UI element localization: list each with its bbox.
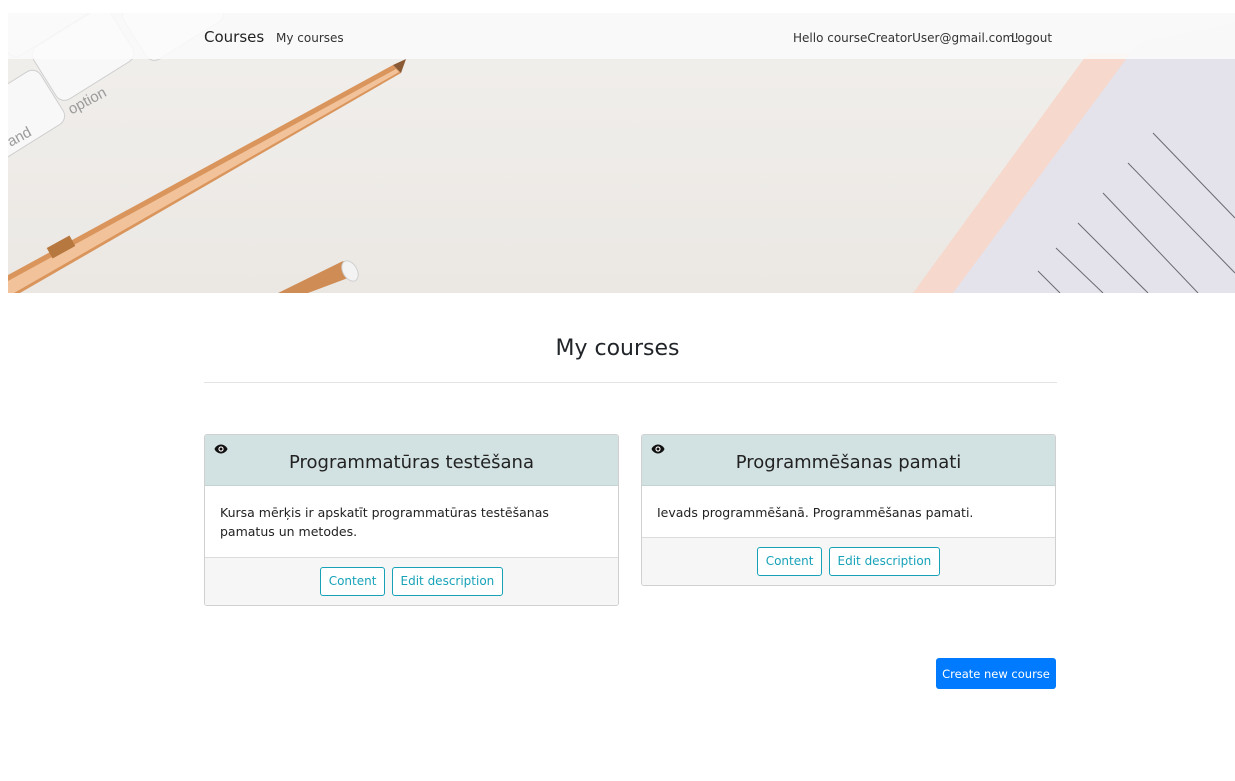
edit-description-button[interactable]: Edit description: [828, 547, 941, 576]
content-button[interactable]: Content: [756, 547, 823, 576]
user-greeting: Hello courseCreatorUser@gmail.com!: [793, 31, 1020, 45]
logout-link[interactable]: Logout: [1011, 31, 1052, 45]
course-card-header: Programmēšanas pamati: [642, 435, 1055, 486]
content-button[interactable]: Content: [319, 567, 386, 596]
nav-link-my-courses[interactable]: My courses: [276, 31, 344, 45]
brand-link[interactable]: Courses: [204, 28, 264, 46]
edit-description-button[interactable]: Edit description: [391, 567, 504, 596]
course-card-header: Programmatūras testēšana: [205, 435, 618, 486]
course-title: Programmēšanas pamati: [735, 452, 962, 473]
title-divider: [204, 382, 1057, 383]
navbar: Courses My courses Hello courseCreatorUs…: [8, 13, 1235, 59]
course-description: Kursa mērķis ir apskatīt programmatūras …: [220, 505, 549, 539]
course-card: Programmatūras testēšana Kursa mērķis ir…: [204, 434, 619, 606]
course-card: Programmēšanas pamati Ievads programmēša…: [641, 434, 1056, 586]
course-title: Programmatūras testēšana: [289, 452, 534, 473]
pen-cap: [278, 260, 359, 293]
page-title: My courses: [555, 336, 680, 361]
course-card-footer: Content Edit description: [205, 557, 618, 605]
create-course-button[interactable]: Create new course: [936, 658, 1056, 689]
course-description: Ievads programmēšanā. Programmēšanas pam…: [657, 505, 974, 520]
course-card-footer: Content Edit description: [642, 537, 1055, 585]
